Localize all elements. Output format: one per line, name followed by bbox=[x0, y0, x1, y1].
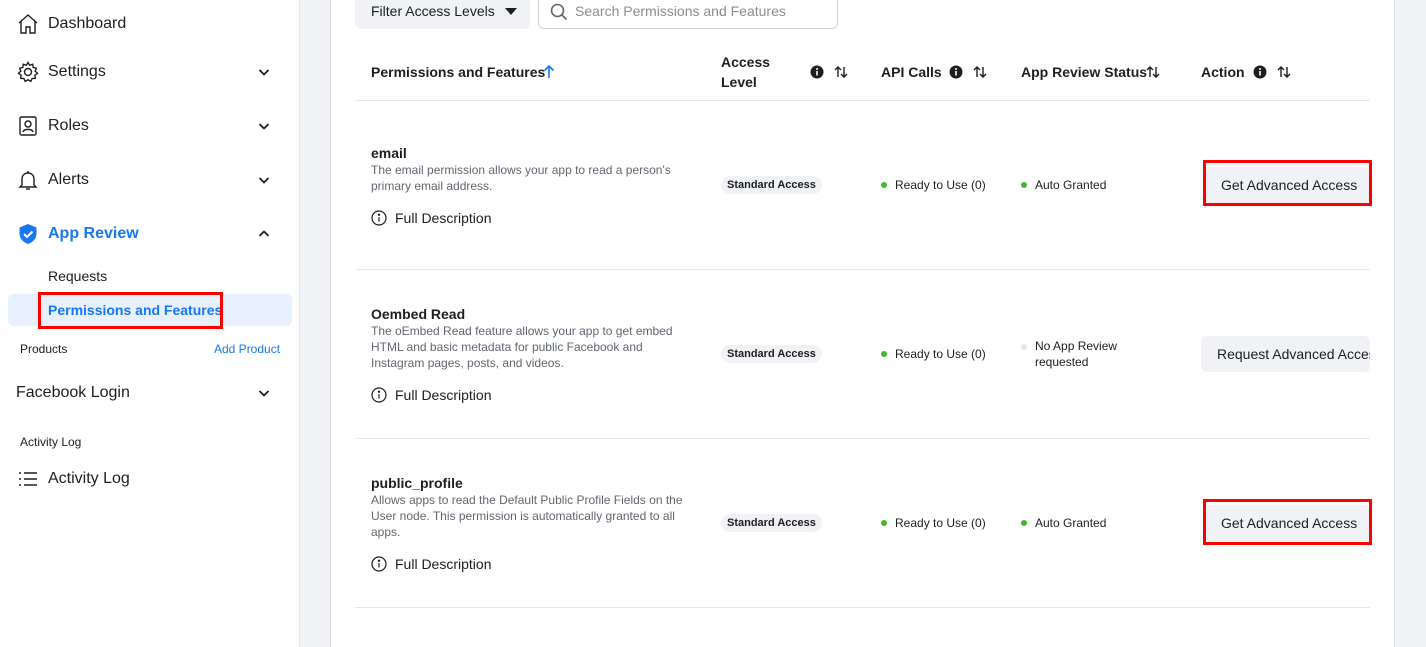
full-description-link[interactable]: Full Description bbox=[371, 555, 491, 573]
review-status: No App Review requested bbox=[1021, 338, 1131, 370]
chevron-down-icon bbox=[258, 69, 270, 76]
access-level-badge: Standard Access bbox=[721, 345, 822, 363]
access-level-badge: Standard Access bbox=[721, 176, 822, 194]
review-status: Auto Granted bbox=[1021, 515, 1106, 531]
header-divider bbox=[355, 100, 1370, 101]
column-header-access-level-line1[interactable]: Access bbox=[721, 54, 770, 70]
permission-description: The oEmbed Read feature allows your app … bbox=[371, 324, 673, 370]
sidebar-item-dashboard[interactable]: Dashboard bbox=[0, 4, 300, 44]
column-header-review-status[interactable]: App Review Status bbox=[1021, 64, 1147, 80]
sidebar-subitem-requests[interactable]: Requests bbox=[48, 268, 107, 284]
review-status-label: No App Review requested bbox=[1035, 339, 1118, 369]
sidebar-item-app-review[interactable]: App Review bbox=[0, 214, 300, 254]
api-calls-label: Ready to Use (0) bbox=[895, 347, 986, 361]
api-calls-status: Ready to Use (0) bbox=[881, 346, 986, 362]
full-description-label: Full Description bbox=[395, 387, 492, 403]
info-icon[interactable] bbox=[1253, 65, 1267, 79]
green-dot-icon bbox=[881, 182, 887, 188]
sidebar-item-settings[interactable]: Settings bbox=[0, 52, 300, 92]
bell-icon bbox=[16, 168, 40, 192]
sidebar-item-label: Alerts bbox=[48, 171, 89, 188]
chevron-down-icon bbox=[258, 177, 270, 184]
review-status: Auto Granted bbox=[1021, 177, 1106, 193]
activity-log-section-label: Activity Log bbox=[20, 435, 82, 449]
full-description-label: Full Description bbox=[395, 210, 492, 226]
column-header-api-calls[interactable]: API Calls bbox=[881, 64, 942, 80]
column-header-permissions[interactable]: Permissions and Features bbox=[371, 64, 545, 80]
info-icon[interactable] bbox=[949, 65, 963, 79]
row-divider bbox=[355, 269, 1370, 270]
access-level-badge: Standard Access bbox=[721, 514, 822, 532]
review-status-label: Auto Granted bbox=[1035, 178, 1107, 192]
button-label: Request Advanced Access bbox=[1217, 346, 1370, 362]
sidebar-item-alerts[interactable]: Alerts bbox=[0, 160, 300, 200]
sidebar-item-label: App Review bbox=[48, 225, 139, 242]
roles-icon bbox=[16, 114, 40, 138]
request-advanced-access-button[interactable]: Request Advanced Access bbox=[1201, 336, 1370, 372]
green-dot-icon bbox=[881, 520, 887, 526]
api-calls-label: Ready to Use (0) bbox=[895, 178, 986, 192]
sidebar-item-label: Facebook Login bbox=[16, 384, 130, 401]
highlight-box bbox=[1203, 160, 1372, 206]
permission-name: Oembed Read bbox=[371, 306, 466, 322]
sidebar-item-facebook-login[interactable]: Facebook Login bbox=[0, 373, 300, 413]
permission-description: The email permission allows your app to … bbox=[371, 163, 671, 193]
column-header-access-level-line2[interactable]: Level bbox=[721, 74, 757, 90]
api-calls-label: Ready to Use (0) bbox=[895, 516, 986, 530]
chevron-down-icon bbox=[258, 390, 270, 397]
green-dot-icon bbox=[1021, 182, 1027, 188]
full-description-label: Full Description bbox=[395, 556, 492, 572]
caret-down-icon bbox=[505, 8, 517, 15]
products-section-label: Products bbox=[20, 342, 68, 356]
sort-icon[interactable] bbox=[1145, 64, 1161, 80]
sort-icon[interactable] bbox=[972, 64, 988, 80]
api-calls-status: Ready to Use (0) bbox=[881, 515, 986, 531]
sidebar-item-activity-log[interactable]: Activity Log bbox=[0, 459, 300, 499]
sidebar-item-roles[interactable]: Roles bbox=[0, 106, 300, 146]
gear-icon bbox=[16, 60, 40, 84]
permission-name: public_profile bbox=[371, 475, 463, 491]
shield-check-icon bbox=[16, 222, 40, 246]
sidebar-item-label: Activity Log bbox=[48, 470, 130, 487]
permission-name: email bbox=[371, 145, 407, 161]
add-product-link[interactable]: Add Product bbox=[214, 342, 280, 356]
green-dot-icon bbox=[881, 351, 887, 357]
gray-dot-icon bbox=[1021, 344, 1027, 350]
search-box[interactable] bbox=[538, 0, 838, 29]
filter-access-levels-button[interactable]: Filter Access Levels bbox=[355, 0, 530, 29]
info-outline-icon bbox=[371, 387, 387, 403]
highlight-box bbox=[38, 292, 223, 329]
review-status-label: Auto Granted bbox=[1035, 516, 1107, 530]
list-icon bbox=[16, 467, 40, 491]
sort-ascending-icon[interactable] bbox=[542, 64, 556, 80]
info-outline-icon bbox=[371, 210, 387, 226]
chevron-up-icon bbox=[258, 230, 270, 237]
info-icon[interactable] bbox=[810, 65, 824, 79]
column-header-action[interactable]: Action bbox=[1201, 64, 1245, 80]
full-description-link[interactable]: Full Description bbox=[371, 209, 491, 227]
search-icon bbox=[550, 3, 568, 21]
info-outline-icon bbox=[371, 556, 387, 572]
sidebar-item-label: Settings bbox=[48, 63, 106, 80]
sort-icon[interactable] bbox=[833, 64, 849, 80]
home-icon bbox=[16, 12, 40, 36]
sidebar-item-label: Dashboard bbox=[48, 15, 127, 32]
sidebar-item-label: Roles bbox=[48, 117, 89, 134]
full-description-link[interactable]: Full Description bbox=[371, 386, 491, 404]
chevron-down-icon bbox=[258, 123, 270, 130]
sidebar: Dashboard Settings Roles Alerts App Revi… bbox=[0, 0, 300, 647]
search-input[interactable] bbox=[575, 1, 825, 21]
permission-description: Allows apps to read the Default Public P… bbox=[371, 493, 683, 539]
green-dot-icon bbox=[1021, 520, 1027, 526]
sort-icon[interactable] bbox=[1276, 64, 1292, 80]
highlight-box bbox=[1203, 499, 1372, 545]
row-divider bbox=[355, 607, 1370, 608]
api-calls-status: Ready to Use (0) bbox=[881, 177, 986, 193]
row-divider bbox=[355, 438, 1370, 439]
filter-label: Filter Access Levels bbox=[371, 2, 495, 19]
